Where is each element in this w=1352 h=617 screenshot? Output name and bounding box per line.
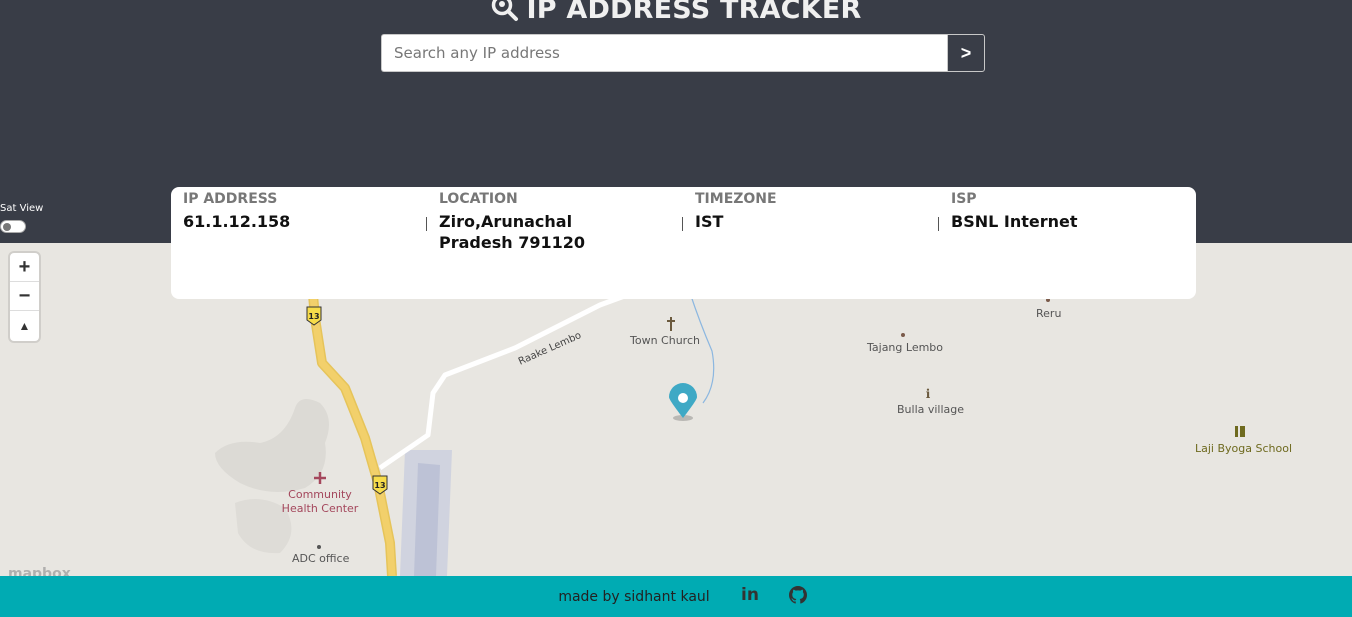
info-card: IP ADDRESS 61.1.12.158 LOCATION Ziro,Aru…	[171, 187, 1196, 299]
mapbox-logo: mapbox	[8, 566, 71, 576]
road-label: Raake Lembo	[517, 330, 583, 368]
sat-view-toggle[interactable]	[0, 220, 26, 233]
zoom-in-button[interactable]: +	[10, 253, 39, 282]
zoom-out-button[interactable]: −	[10, 282, 39, 311]
page-title: IP ADDRESS TRACKER	[0, 0, 1352, 25]
info-location: LOCATION Ziro,Arunachal Pradesh 791120	[439, 191, 649, 253]
map-zoom-controls: + − ▲	[10, 253, 39, 341]
info-location-label: LOCATION	[439, 191, 518, 207]
map-label-town-church: Town Church	[630, 334, 700, 347]
info-ip-value: 61.1.12.158	[183, 212, 291, 231]
compass-button[interactable]: ▲	[10, 311, 39, 340]
map-label-reru: Reru	[1036, 307, 1062, 320]
route-badge-label: 13	[374, 481, 385, 490]
search-button[interactable]: >	[947, 34, 985, 72]
map-label-bulla-village: Bulla village	[897, 403, 965, 416]
map-label-laji-byoga-school: Laji Byoga School	[1195, 442, 1293, 455]
info-location-value: Ziro,Arunachal Pradesh 791120	[439, 212, 585, 252]
info-timezone: TIMEZONE IST	[695, 191, 935, 232]
info-ip: IP ADDRESS 61.1.12.158	[183, 191, 423, 232]
info-isp: ISP BSNL Internet	[951, 191, 1191, 232]
github-icon[interactable]	[788, 585, 808, 605]
divider	[682, 217, 683, 231]
route-badge-label: 13	[308, 312, 319, 321]
toggle-knob	[3, 223, 11, 231]
footer-credit: made by sidhant kaul	[558, 588, 710, 605]
info-timezone-label: TIMEZONE	[695, 191, 777, 207]
map-label-adc-office: ADC office	[292, 552, 350, 565]
search-location-icon	[491, 0, 518, 21]
search-input[interactable]	[381, 34, 948, 72]
divider	[938, 217, 939, 231]
linkedin-icon[interactable]: in	[740, 585, 760, 605]
map-label-community-health-center: Community Health Center	[281, 488, 359, 515]
map-label-tajang-lembo: Tajang Lembo	[867, 341, 944, 354]
footer: made by sidhant kaul in	[0, 576, 1352, 617]
info-isp-label: ISP	[951, 191, 977, 207]
sat-view-label: Sat View	[0, 203, 44, 214]
info-ip-label: IP ADDRESS	[183, 191, 278, 207]
divider	[426, 217, 427, 231]
svg-text:i: i	[926, 387, 931, 401]
title-text: IP ADDRESS TRACKER	[526, 0, 862, 25]
info-timezone-value: IST	[695, 212, 724, 231]
search-bar: >	[381, 34, 985, 72]
linkedin-label: in	[741, 585, 759, 605]
info-isp-value: BSNL Internet	[951, 212, 1078, 231]
